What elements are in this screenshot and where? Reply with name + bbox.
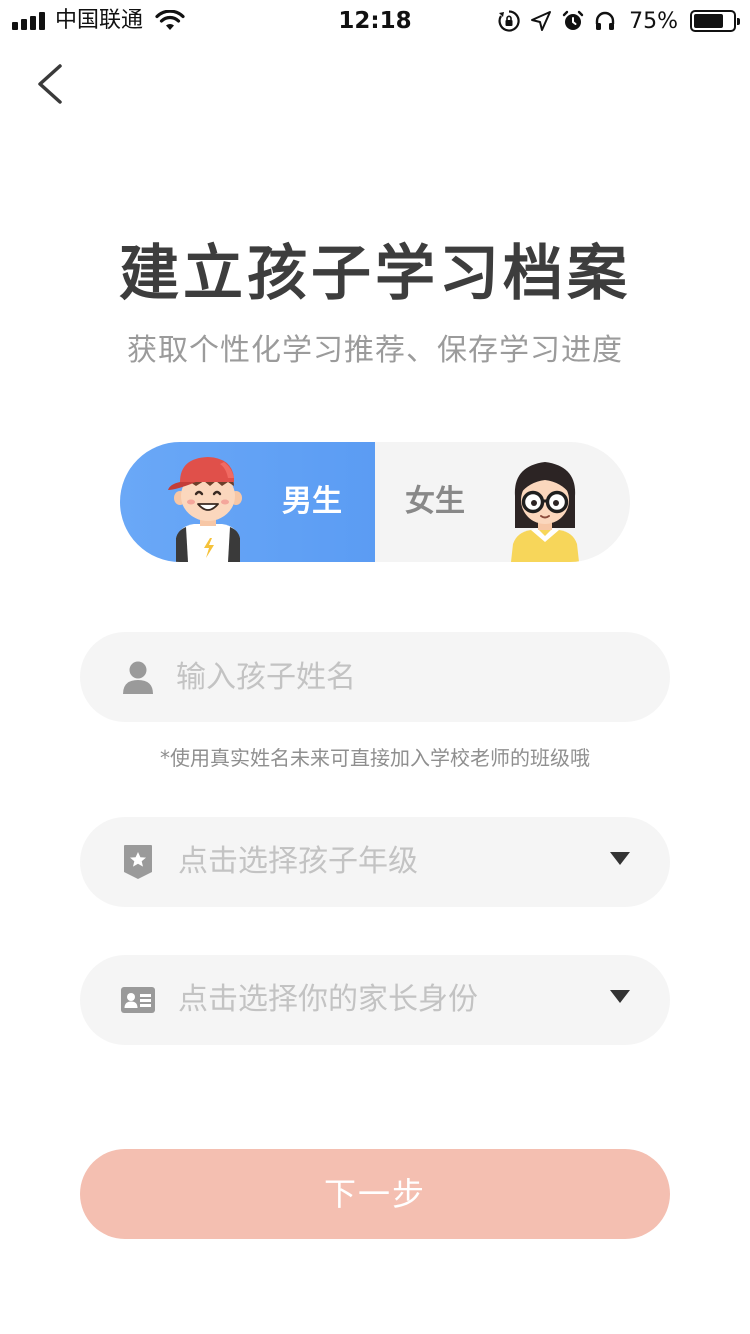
headphones-icon <box>595 11 615 30</box>
battery-level-fill <box>694 14 723 28</box>
battery-nub <box>737 18 740 25</box>
child-name-field <box>80 632 670 722</box>
page-subtitle: 获取个性化学习推荐、保存学习进度 <box>127 333 623 368</box>
grade-select[interactable]: 点击选择孩子年级 <box>80 817 670 907</box>
name-hint: *使用真实姓名未来可直接加入学校老师的班级哦 <box>160 746 590 770</box>
back-button[interactable] <box>24 56 74 112</box>
child-name-input[interactable] <box>176 632 636 722</box>
alarm-icon <box>562 10 584 30</box>
gender-switch: 男生 女生 <box>120 442 630 562</box>
badge-star-icon <box>120 844 156 880</box>
battery-percent: 75% <box>629 8 678 34</box>
parent-identity-select[interactable]: 点击选择你的家长身份 <box>80 955 670 1045</box>
caret-down-icon <box>610 990 630 1003</box>
status-right: 75% <box>497 6 740 36</box>
gender-male-option[interactable]: 男生 <box>120 442 375 562</box>
battery-icon <box>690 10 740 32</box>
grade-placeholder: 点击选择孩子年级 <box>178 844 418 879</box>
gender-female-option[interactable]: 女生 <box>375 442 630 562</box>
orientation-lock-icon <box>498 10 520 32</box>
girl-avatar-icon <box>511 462 579 562</box>
boy-avatar-icon <box>168 457 242 562</box>
page-title: 建立孩子学习档案 <box>119 239 631 309</box>
next-button[interactable]: 下一步 <box>80 1149 670 1239</box>
parent-identity-placeholder: 点击选择你的家长身份 <box>178 982 478 1017</box>
person-icon <box>120 659 156 695</box>
gender-female-label: 女生 <box>405 484 465 519</box>
location-icon <box>531 11 552 31</box>
id-card-icon <box>120 982 156 1018</box>
status-bar: 中国联通 12:18 75% <box>0 0 750 40</box>
caret-down-icon <box>610 852 630 865</box>
gender-male-label: 男生 <box>282 484 342 519</box>
chevron-left-icon <box>38 64 62 104</box>
